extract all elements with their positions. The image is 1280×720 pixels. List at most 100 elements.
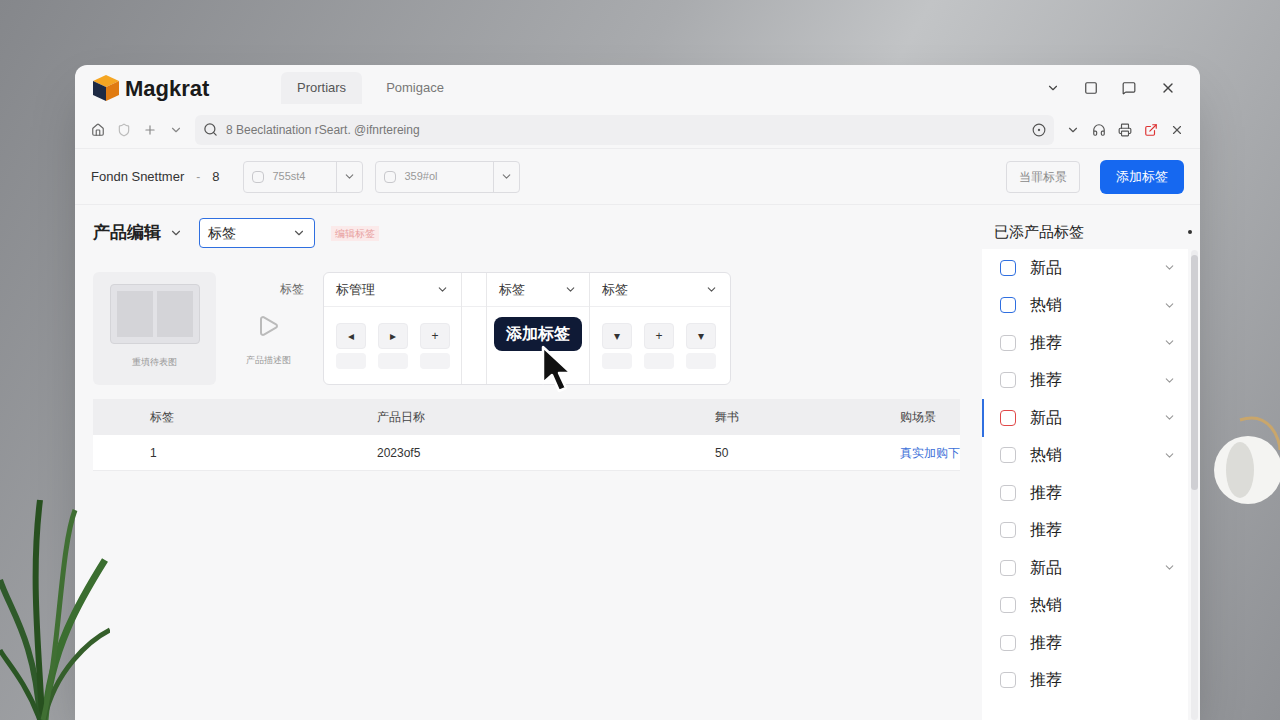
tag-checkbox[interactable] <box>1000 297 1016 313</box>
tag-checkbox[interactable] <box>1000 522 1016 538</box>
chevron-icon[interactable] <box>1163 261 1176 274</box>
editor-select[interactable]: 标签 <box>199 218 315 248</box>
chevron-icon[interactable] <box>1163 336 1176 349</box>
home-icon[interactable] <box>91 123 105 137</box>
secondary-button[interactable]: 当罪标景 <box>1006 161 1080 193</box>
tag-item[interactable]: 新品 <box>982 399 1188 437</box>
filter-checkbox[interactable] <box>384 171 396 183</box>
chevron-icon <box>705 283 718 296</box>
scrollbar[interactable] <box>1191 250 1198 720</box>
tag-label: 推荐 <box>1030 481 1176 505</box>
tag-checkbox[interactable] <box>1000 447 1016 463</box>
chevron-icon <box>564 283 577 296</box>
control-group-header[interactable]: 标管理 <box>324 273 461 307</box>
desktop: MagkratPrortiarsPomigace 8 Beeclatination… <box>0 0 1280 720</box>
column-header[interactable]: 舞书 <box>715 408 900 426</box>
open-external-icon[interactable] <box>1144 123 1158 137</box>
control-button[interactable]: ▾ <box>602 323 632 369</box>
tag-item[interactable]: 热销 <box>982 587 1188 625</box>
control-button[interactable]: + <box>644 323 674 369</box>
tag-label: 热销 <box>1030 443 1163 467</box>
control-group: 标签添加标签 <box>487 273 590 384</box>
control-group-header[interactable]: 标签 <box>487 273 589 307</box>
column-header[interactable]: 产品日称 <box>377 408 715 426</box>
tag-checkbox[interactable] <box>1000 335 1016 351</box>
video-caption: 产品描述图 <box>246 354 291 368</box>
tag-checkbox[interactable] <box>1000 635 1016 651</box>
filter-dropdown[interactable]: 755st4 <box>243 161 363 193</box>
editor-title: 产品编辑 <box>93 220 161 246</box>
tag-checkbox[interactable] <box>1000 410 1016 426</box>
control-button[interactable]: ◂ <box>336 323 366 369</box>
chevron-icon[interactable] <box>169 123 183 137</box>
plus-icon[interactable] <box>143 123 157 137</box>
tab[interactable]: Prortiars <box>281 72 362 104</box>
window-controls <box>1046 80 1184 96</box>
sidebar-title: 已添产品标签 <box>994 221 1188 244</box>
title-bar: MagkratPrortiarsPomigace <box>75 65 1200 111</box>
tag-label: 推荐 <box>1030 368 1163 392</box>
tag-item[interactable]: 热销 <box>982 287 1188 325</box>
column-header[interactable]: 购场景 <box>900 408 960 426</box>
lamp-icon <box>1200 410 1280 550</box>
tag-item[interactable]: 热销 <box>982 437 1188 475</box>
chevron-icon[interactable] <box>169 226 183 240</box>
headset-icon[interactable] <box>1092 123 1106 137</box>
control-group-header[interactable] <box>462 273 486 307</box>
filter-checkbox[interactable] <box>252 171 264 183</box>
control-button[interactable]: ▸ <box>378 323 408 369</box>
printer-icon[interactable] <box>1118 123 1132 137</box>
main-area: 产品编辑标签编辑标签重填待表图标签产品描述图标管理◂▸+标签添加标签标签▾+▾标… <box>75 205 1200 720</box>
control-group: 标管理 ◂ ▸ + <box>324 273 462 384</box>
chevron-icon[interactable] <box>1163 299 1176 312</box>
tag-item[interactable]: 推荐 <box>982 662 1188 700</box>
table-row[interactable]: 12023of550真实加购下 <box>93 435 960 471</box>
tag-item[interactable]: 推荐 <box>982 474 1188 512</box>
control-button[interactable]: ▾ <box>686 323 716 369</box>
column-header[interactable]: 标签 <box>150 408 377 426</box>
record-icon[interactable] <box>1032 123 1046 137</box>
thumbnail[interactable]: 重填待表图 <box>93 272 216 385</box>
tag-item[interactable]: 推荐 <box>982 624 1188 662</box>
chevron-icon[interactable] <box>1163 411 1176 424</box>
table-cell: 2023of5 <box>377 444 715 462</box>
tag-item[interactable]: 推荐 <box>982 324 1188 362</box>
editor-header: 产品编辑标签编辑标签 <box>93 218 960 248</box>
play-icon[interactable] <box>256 314 280 338</box>
chevron-icon[interactable] <box>1163 561 1176 574</box>
tag-item[interactable]: 新品 <box>982 249 1188 287</box>
tag-item[interactable]: 推荐 <box>982 362 1188 400</box>
tag-checkbox[interactable] <box>1000 560 1016 576</box>
tab[interactable]: Pomigace <box>370 72 460 104</box>
tag-label: 热销 <box>1030 593 1176 617</box>
filter-dropdown[interactable]: 359#ol <box>375 161 520 193</box>
address-field[interactable]: 8 Beeclatination rSeart. @ifnrtereing <box>195 115 1054 145</box>
control-button[interactable]: + <box>420 323 450 369</box>
shield-icon[interactable] <box>117 123 131 137</box>
tag-list: 新品热销推荐推荐新品热销推荐推荐新品热销推荐推荐 <box>982 249 1188 720</box>
chevron-icon[interactable] <box>1163 449 1176 462</box>
tag-checkbox[interactable] <box>1000 260 1016 276</box>
tag-checkbox[interactable] <box>1000 597 1016 613</box>
tag-item[interactable]: 推荐 <box>982 512 1188 550</box>
primary-button[interactable]: 添加标签 <box>1100 160 1184 194</box>
add-tag-button[interactable]: 添加标签 <box>494 317 582 351</box>
minimize-icon[interactable] <box>1046 81 1060 95</box>
maximize-icon[interactable] <box>1084 81 1098 95</box>
tag-item[interactable]: 新品 <box>982 549 1188 587</box>
close-icon[interactable] <box>1160 80 1176 96</box>
address-text: 8 Beeclatination rSeart. @ifnrtereing <box>226 121 420 139</box>
scrollbar-thumb[interactable] <box>1191 255 1198 490</box>
table-header: 标签产品日称舞书购场景 <box>93 399 960 435</box>
control-group-header[interactable]: 标签 <box>590 273 730 307</box>
chat-icon[interactable] <box>1122 81 1136 95</box>
chevron-icon[interactable] <box>1163 374 1176 387</box>
dropdown-icon[interactable] <box>1066 123 1080 137</box>
control-panel: 标管理◂▸+标签添加标签标签▾+▾ <box>323 272 731 385</box>
tag-checkbox[interactable] <box>1000 485 1016 501</box>
tag-checkbox[interactable] <box>1000 672 1016 688</box>
toolbar-count: 8 <box>212 167 219 187</box>
tag-checkbox[interactable] <box>1000 372 1016 388</box>
table-link[interactable]: 真实加购下 <box>900 444 960 462</box>
close-tab-icon[interactable] <box>1170 123 1184 137</box>
